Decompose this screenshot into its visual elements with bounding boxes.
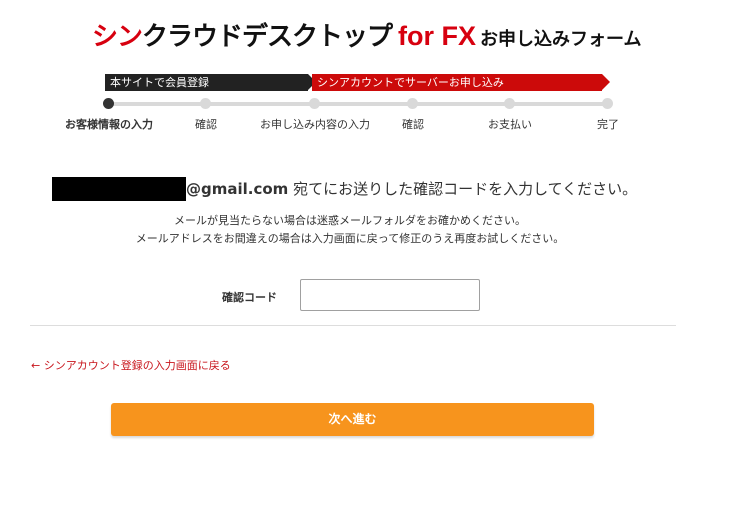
- step-label-complete: 完了: [597, 118, 619, 131]
- logo: シンクラウドデスクトップ for FX お申し込みフォーム: [92, 18, 642, 58]
- email-domain: @gmail.com: [186, 180, 289, 198]
- step-label-application-details: お申し込み内容の入力: [260, 118, 370, 131]
- logo-brand-black: クラウドデスクトップ: [142, 22, 393, 52]
- email-message: @gmail.com 宛てにお送りした確認コードを入力してください。: [186, 178, 637, 200]
- code-label: 確認コード: [222, 291, 277, 304]
- note-wrong-email: メールアドレスをお間違えの場合は入力画面に戻って修正のうえ再度お試しください。: [135, 232, 565, 245]
- redacted-email-local-part: [52, 177, 186, 201]
- back-to-registration-link[interactable]: ← シンアカウント登録の入力画面に戻る: [31, 357, 231, 373]
- step-dot-2: [200, 98, 211, 109]
- banner-server-application: シンアカウントでサーバーお申し込み: [312, 74, 610, 91]
- next-button[interactable]: 次へ進む: [111, 403, 594, 436]
- step-label-confirm-1: 確認: [195, 118, 217, 131]
- step-dot-5: [504, 98, 515, 109]
- progress-track: [108, 102, 608, 106]
- note-spam-folder: メールが見当たらない場合は迷惑メールフォルダをお確かめください。: [174, 214, 526, 227]
- logo-brand-red: シン: [92, 22, 143, 52]
- step-dot-3: [309, 98, 320, 109]
- form-title: お申し込みフォーム: [480, 29, 642, 50]
- verification-code-input[interactable]: [300, 279, 480, 311]
- step-dot-1: [103, 98, 114, 109]
- header: シンクラウドデスクトップ for FX お申し込みフォーム: [0, 14, 746, 58]
- step-label-payment: お支払い: [488, 118, 532, 131]
- logo-fx: for FX: [398, 21, 477, 51]
- step-dot-6: [602, 98, 613, 109]
- step-label-confirm-2: 確認: [402, 118, 424, 131]
- step-dot-4: [407, 98, 418, 109]
- sent-text: 宛てにお送りした確認コードを入力してください。: [288, 180, 638, 198]
- step-label-customer-info: お客様情報の入力: [65, 118, 153, 131]
- divider: [30, 325, 676, 326]
- banner-site-registration: 本サイトで会員登録: [105, 74, 316, 91]
